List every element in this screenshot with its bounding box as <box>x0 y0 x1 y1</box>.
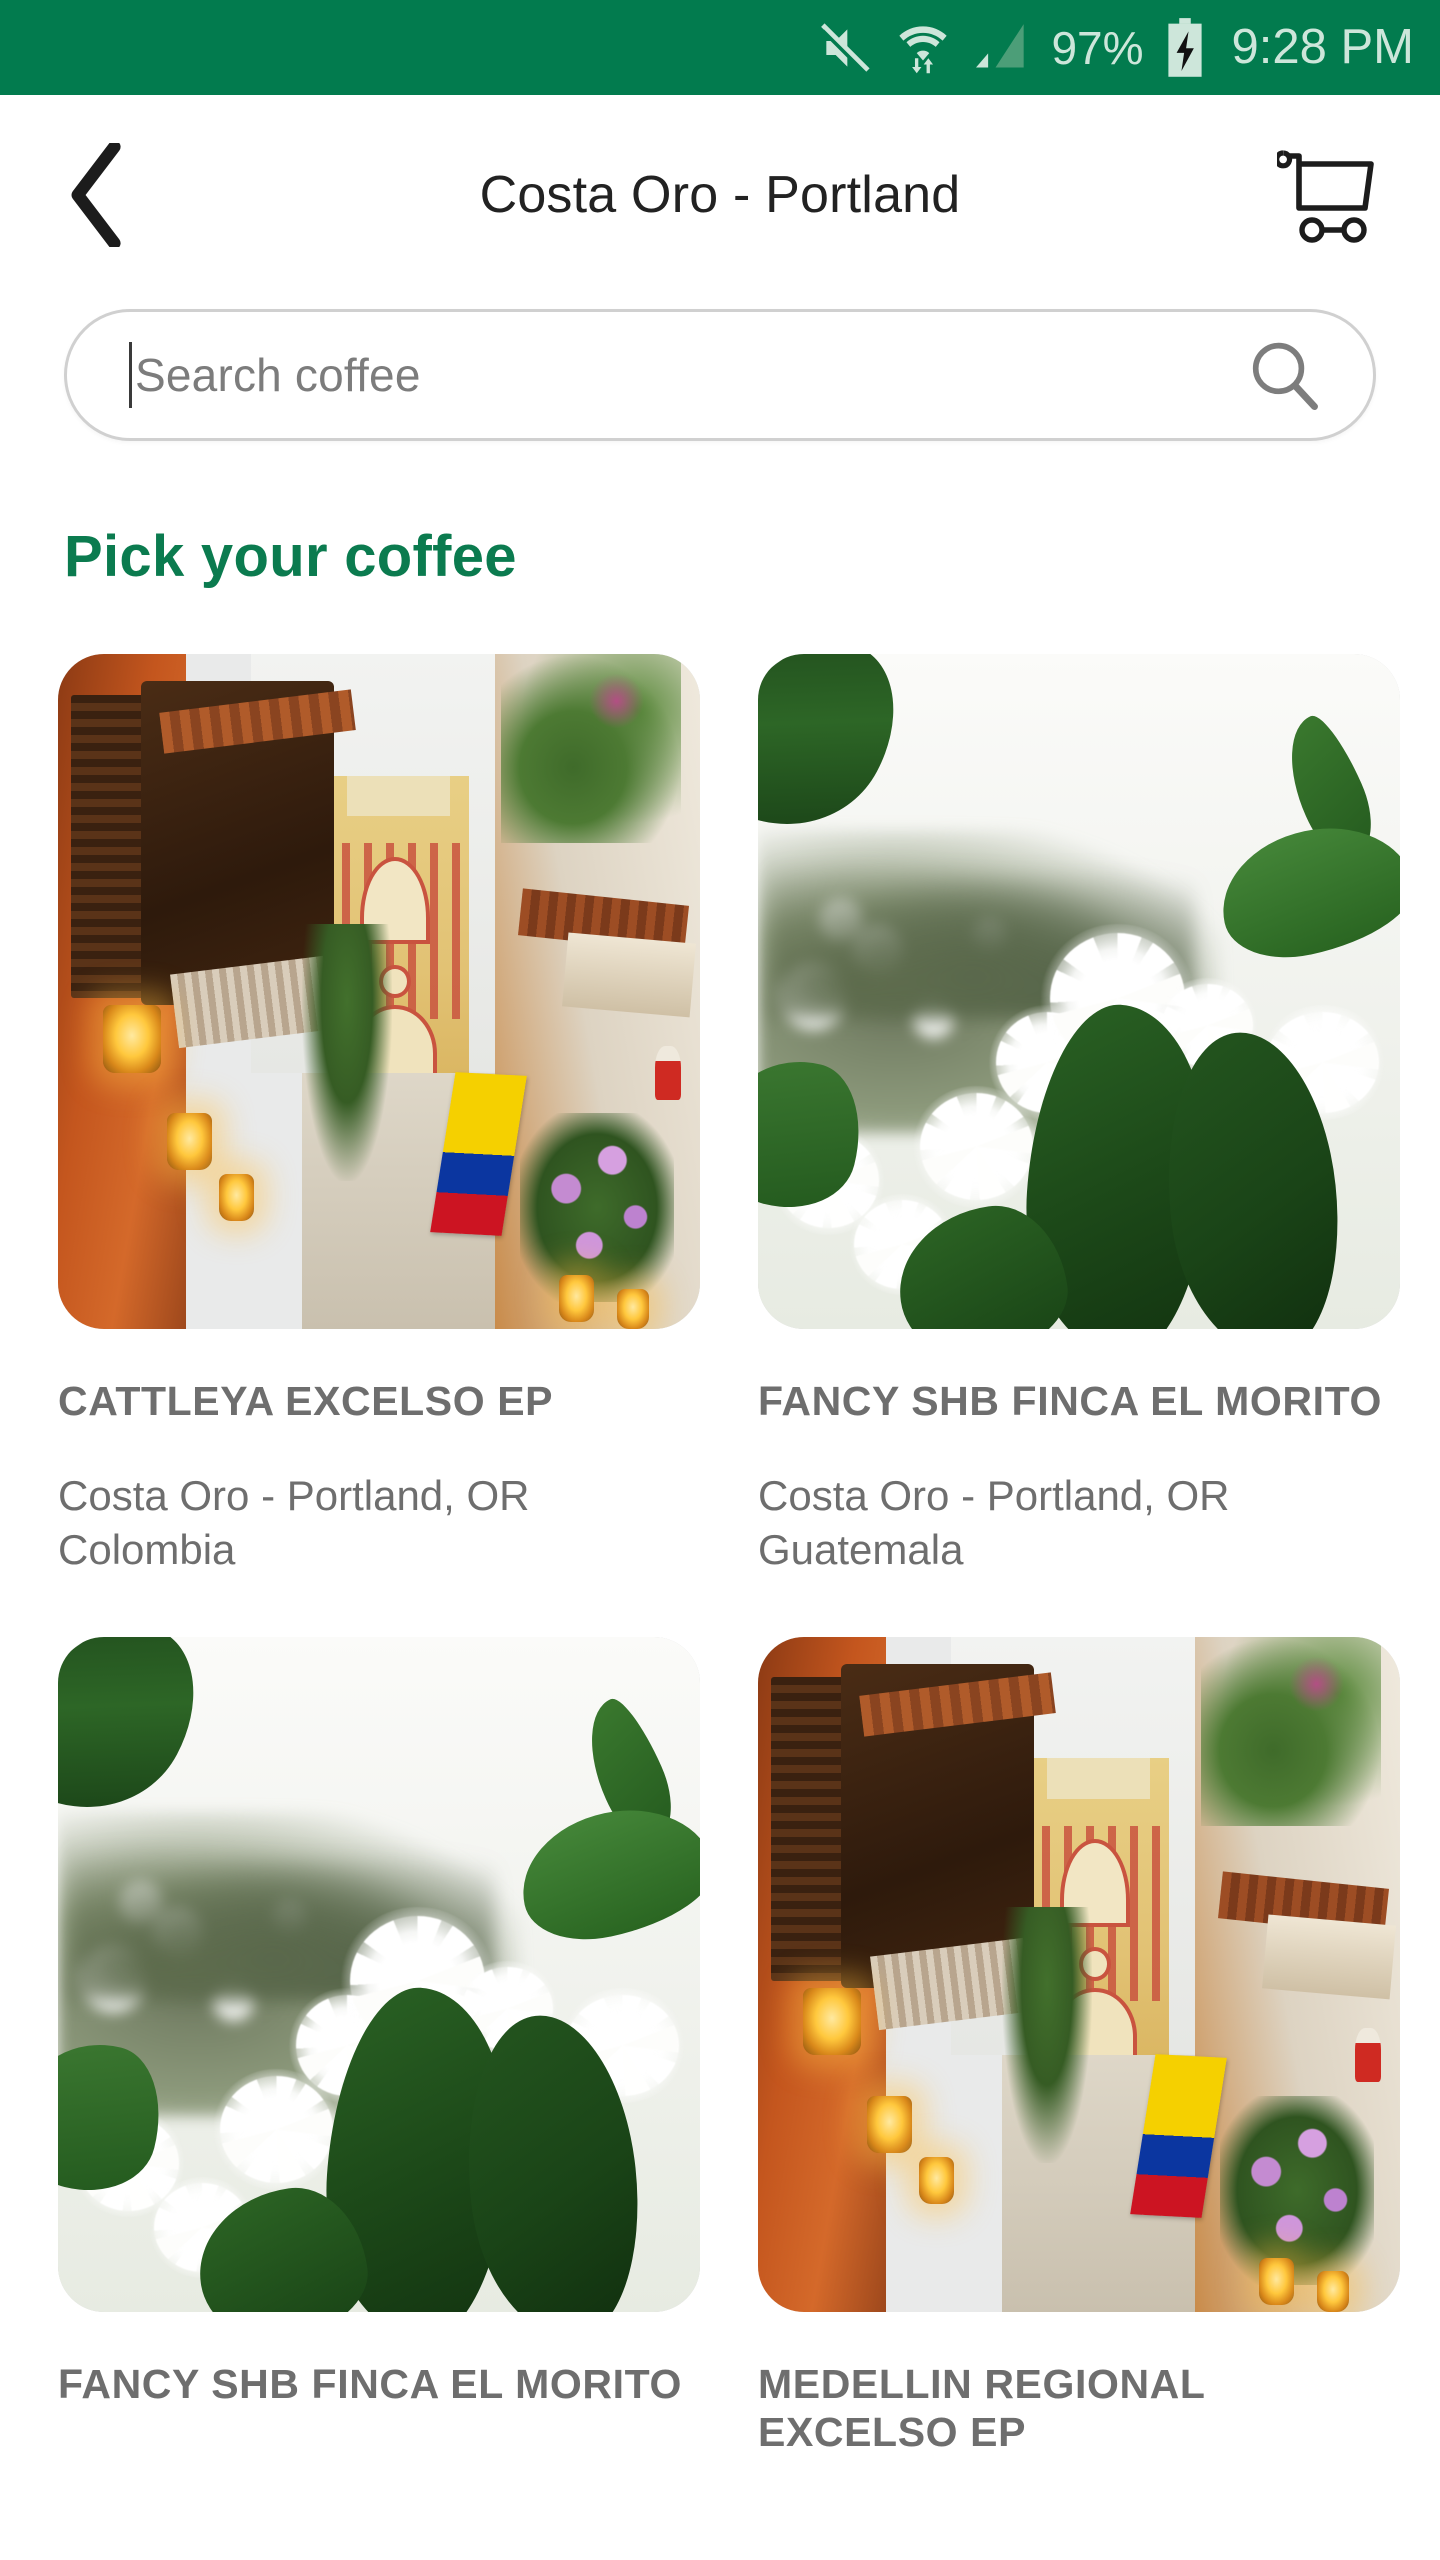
section-heading: Pick your coffee <box>64 524 517 589</box>
product-origin: Guatemala <box>758 1526 964 1574</box>
product-card[interactable]: CATTLEYA EXCELSO EP Costa Oro - Portland… <box>58 654 700 1577</box>
cart-button[interactable] <box>1274 140 1384 250</box>
chevron-left-icon <box>66 143 128 247</box>
wifi-data-transfer-icon <box>893 19 953 77</box>
status-bar: 97% 9:28 PM <box>0 0 1440 95</box>
product-title: FANCY SHB FINCA EL MORITO <box>58 2360 682 2407</box>
product-vendor: Costa Oro - Portland, OR <box>58 1472 530 1520</box>
app-header: Costa Oro - Portland <box>0 95 1440 295</box>
shopping-cart-icon <box>1277 146 1381 244</box>
product-grid: CATTLEYA EXCELSO EP Costa Oro - Portland… <box>0 654 1440 2457</box>
product-scroll-area[interactable]: CATTLEYA EXCELSO EP Costa Oro - Portland… <box>0 590 1440 2560</box>
text-caret <box>129 342 132 408</box>
product-image-colonial-street[interactable] <box>58 654 700 1329</box>
product-title: MEDELLIN REGIONAL EXCELSO EP <box>758 2360 1205 2456</box>
coffee-blossom-photo <box>58 1636 700 2312</box>
product-title: CATTLEYA EXCELSO EP <box>58 1378 554 1424</box>
back-button[interactable] <box>52 140 142 250</box>
search-placeholder-label: Search coffee <box>135 349 421 401</box>
search-section: Search coffee <box>0 295 1440 441</box>
product-card[interactable]: MEDELLIN REGIONAL EXCELSO EP <box>758 1636 1400 2457</box>
cellular-signal-icon <box>973 22 1031 74</box>
product-origin: Colombia <box>58 1526 236 1574</box>
battery-percent-label: 97% <box>1051 21 1144 74</box>
product-vendor: Costa Oro - Portland, OR <box>758 1472 1230 1520</box>
status-bar-clock: 9:28 PM <box>1231 20 1414 74</box>
search-magnifier-icon[interactable] <box>1247 338 1321 412</box>
colonial-street-photo <box>58 654 700 1329</box>
page-title: Costa Oro - Portland <box>479 166 961 224</box>
product-title: FANCY SHB FINCA EL MORITO <box>758 1378 1382 1424</box>
colonial-street-photo <box>758 1636 1400 2312</box>
battery-charging-icon <box>1164 17 1206 79</box>
product-image-colonial-street[interactable] <box>758 1636 1400 2312</box>
product-image-coffee-blossom[interactable] <box>58 1636 700 2312</box>
coffee-blossom-photo <box>758 654 1400 1329</box>
product-card[interactable]: FANCY SHB FINCA EL MORITO Costa Oro - Po… <box>758 654 1400 1577</box>
product-card[interactable]: FANCY SHB FINCA EL MORITO <box>58 1636 700 2457</box>
mute-volume-off-icon <box>817 20 873 76</box>
search-input[interactable]: Search coffee <box>64 309 1376 441</box>
product-image-coffee-blossom[interactable] <box>758 654 1400 1329</box>
